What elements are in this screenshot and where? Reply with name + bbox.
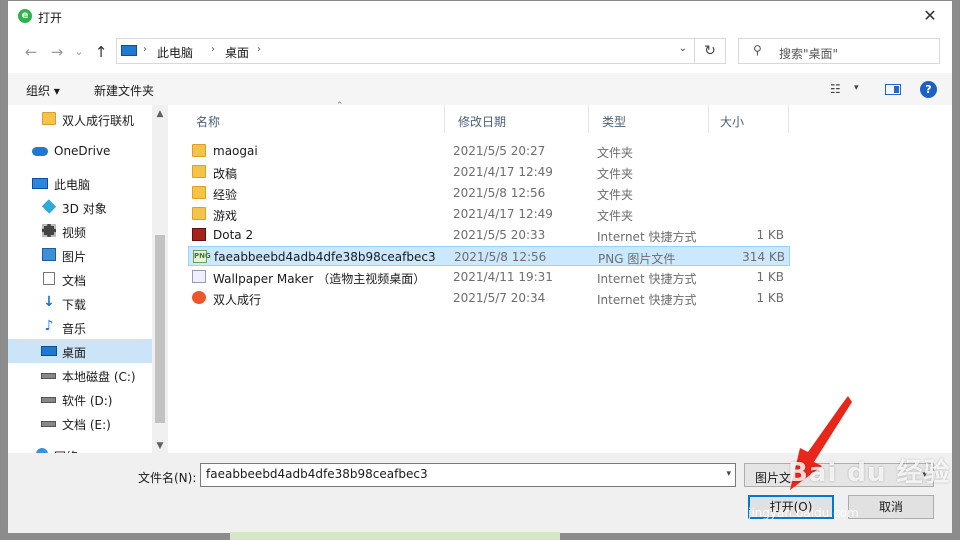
baidu-watermark: Bai du 经验 xyxy=(788,458,951,488)
baidu-watermark-url: jingyan.baidu.com xyxy=(748,506,859,520)
